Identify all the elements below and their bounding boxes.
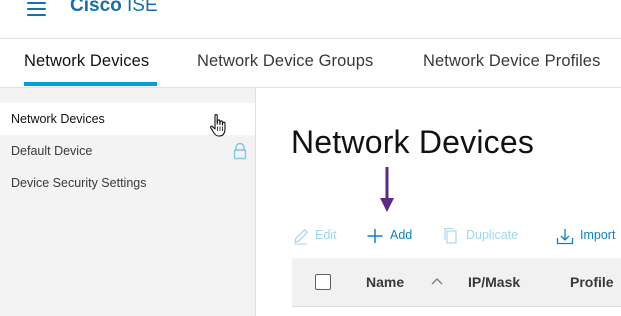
copy-icon: [444, 227, 457, 244]
column-header-name[interactable]: Name: [366, 274, 404, 290]
tab-network-devices[interactable]: Network Devices: [24, 52, 149, 71]
column-header-ip-mask[interactable]: IP/Mask: [468, 274, 520, 290]
table-header: Name IP/Mask Profile: [292, 258, 621, 307]
add-label: Add: [390, 228, 413, 242]
pencil-icon: [294, 229, 308, 245]
brand-name: Cisco: [70, 0, 122, 16]
lock-icon: [233, 142, 247, 160]
edit-button[interactable]: Edit: [292, 226, 342, 246]
duplicate-button[interactable]: Duplicate: [443, 226, 525, 246]
add-button[interactable]: Add: [366, 226, 418, 246]
down-arrow-icon: [380, 167, 394, 212]
sidebar-item-label: Device Security Settings: [11, 176, 147, 190]
app-title: Cisco ISE: [70, 0, 158, 17]
column-header-profile[interactable]: Profile: [570, 274, 614, 290]
hamburger-menu-icon[interactable]: [27, 1, 47, 16]
tab-network-device-groups[interactable]: Network Device Groups: [197, 52, 373, 71]
tab-network-device-profiles[interactable]: Network Device Profiles: [423, 52, 600, 71]
sidebar-item-label: Default Device: [11, 144, 93, 158]
chevron-up-icon[interactable]: [431, 277, 443, 285]
hand-cursor-icon: [210, 114, 226, 137]
active-tab-indicator: [24, 82, 157, 86]
edit-label: Edit: [315, 228, 337, 242]
sidebar-item-default-device[interactable]: Default Device: [0, 135, 255, 167]
import-label: Import: [580, 228, 616, 242]
tab-bar: Network Devices Network Device Groups Ne…: [0, 39, 621, 88]
product-name: ISE: [127, 0, 158, 16]
page-title: Network Devices: [291, 124, 535, 160]
top-header: Cisco ISE: [0, 0, 621, 39]
sidebar-item-label: Network Devices: [11, 112, 105, 126]
plus-icon: [367, 229, 383, 243]
sidebar-item-device-security-settings[interactable]: Device Security Settings: [0, 167, 255, 199]
import-button[interactable]: Import: [556, 226, 621, 246]
select-all-checkbox[interactable]: [315, 274, 331, 290]
import-icon: [556, 229, 574, 245]
duplicate-label: Duplicate: [466, 228, 519, 242]
